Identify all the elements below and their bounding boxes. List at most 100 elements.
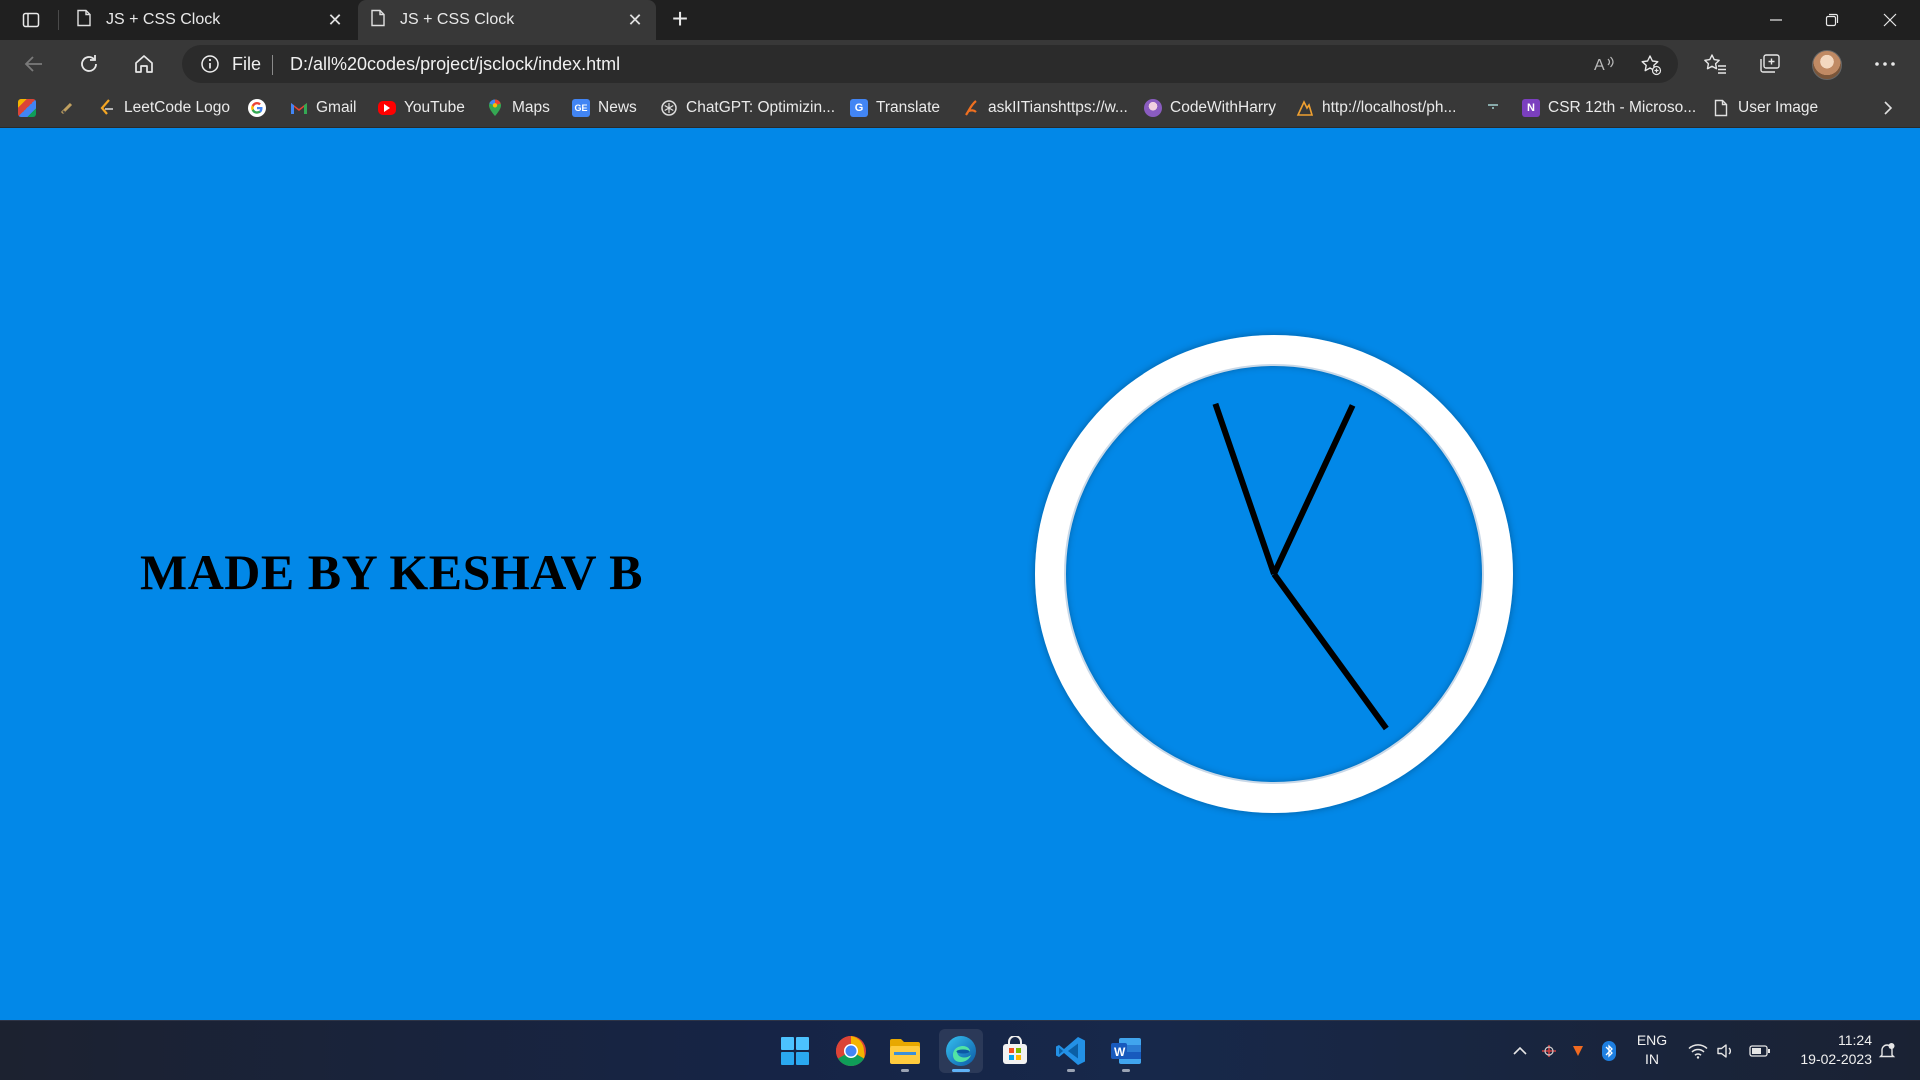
bookmark-label: askIITianshttps://w... — [988, 99, 1128, 116]
chevron-up-icon[interactable] — [1510, 1041, 1530, 1061]
home-button[interactable] — [126, 46, 162, 82]
bookmark-icon — [1484, 99, 1502, 117]
askiitians-icon — [962, 99, 980, 117]
minute-hand — [1212, 402, 1277, 575]
bookmarks-bar: LeetCode Logo Gmail YouTube Maps GE News… — [0, 88, 1920, 128]
vscode-icon[interactable] — [1049, 1029, 1093, 1073]
second-hand — [1271, 572, 1389, 731]
read-aloud-icon[interactable]: A — [1594, 54, 1616, 79]
add-favorite-icon[interactable] — [1640, 54, 1662, 81]
windows-taskbar: W ENG IN 11:24 19-02-2023 — [0, 1020, 1920, 1080]
word-icon[interactable]: W — [1104, 1029, 1148, 1073]
bookmark-item[interactable]: LeetCode Logo — [98, 96, 230, 120]
notifications-icon[interactable] — [1877, 1041, 1897, 1061]
bookmark-label: Gmail — [316, 99, 357, 116]
more-options-icon[interactable] — [1868, 48, 1902, 80]
bookmark-item[interactable]: ChatGPT: Optimizin... — [660, 96, 835, 120]
bookmark-label: ChatGPT: Optimizin... — [686, 99, 836, 116]
tab-label: JS + CSS Clock — [106, 11, 221, 28]
chrome-icon[interactable] — [829, 1029, 873, 1073]
restore-button[interactable] — [1804, 0, 1860, 40]
bookmark-label: Translate — [876, 99, 941, 116]
page-icon — [370, 9, 386, 32]
bookmark-item[interactable]: Maps — [486, 96, 550, 120]
gmail-icon — [290, 99, 308, 117]
hour-hand — [1271, 404, 1356, 576]
clock-date-display[interactable]: 11:24 19-02-2023 — [1786, 1031, 1872, 1069]
bookmark-item[interactable]: User Image — [1712, 96, 1818, 120]
bookmark-item[interactable]: Gmail — [290, 96, 356, 120]
bookmark-item[interactable]: N CSR 12th - Microso... — [1522, 96, 1696, 120]
bookmark-label: User Image — [1738, 99, 1819, 116]
folder-icon[interactable] — [883, 1029, 927, 1073]
store-icon[interactable] — [993, 1029, 1037, 1073]
tab-label: JS + CSS Clock — [400, 11, 515, 28]
svg-text:A: A — [1594, 57, 1605, 74]
antivirus-icon[interactable] — [1568, 1041, 1588, 1061]
language-indicator[interactable]: ENG IN — [1632, 1031, 1672, 1069]
photos-icon — [18, 99, 36, 117]
wifi-icon[interactable] — [1688, 1041, 1708, 1061]
xampp-icon — [1296, 99, 1314, 117]
bookmark-item[interactable] — [248, 96, 274, 120]
close-tab-icon[interactable]: ✕ — [624, 9, 646, 31]
collections-icon[interactable] — [1753, 48, 1787, 80]
pen-icon — [58, 99, 76, 117]
bookmark-item[interactable]: http://localhost/ph... — [1296, 96, 1456, 120]
battery-icon[interactable] — [1748, 1041, 1772, 1061]
minimize-button[interactable] — [1748, 0, 1804, 40]
tab-inactive[interactable]: JS + CSS Clock ✕ — [64, 0, 356, 40]
document-icon — [1712, 99, 1730, 117]
taskbar-time: 11:24 — [1838, 1032, 1872, 1048]
bookmark-item[interactable]: G Translate — [850, 96, 940, 120]
leetcode-icon — [98, 99, 116, 117]
taskbar-date: 19-02-2023 — [1800, 1051, 1872, 1067]
bookmark-item[interactable] — [58, 96, 84, 120]
tab-actions-icon[interactable] — [14, 8, 48, 32]
bookmark-item[interactable] — [1484, 96, 1510, 120]
bookmark-label: CSR 12th - Microso... — [1548, 99, 1697, 116]
bookmark-label: Maps — [512, 99, 550, 116]
region-code: IN — [1645, 1051, 1659, 1067]
bookmark-item[interactable]: askIITianshttps://w... — [962, 96, 1128, 120]
bookmark-label: LeetCode Logo — [124, 99, 231, 116]
favorites-icon[interactable] — [1698, 48, 1732, 80]
clock — [1035, 335, 1513, 813]
close-window-button[interactable] — [1862, 0, 1918, 40]
page-content: MADE BY KESHAV B — [0, 128, 1920, 1020]
edge-icon[interactable] — [939, 1029, 983, 1073]
address-bar[interactable]: File D:/all%20codes/project/jsclock/inde… — [182, 45, 1678, 83]
codewithharry-icon — [1144, 99, 1162, 117]
maps-icon — [486, 99, 504, 117]
browser-title-bar: JS + CSS Clock ✕ JS + CSS Clock ✕ + — [0, 0, 1920, 40]
refresh-button[interactable] — [71, 46, 107, 82]
browser-toolbar: File D:/all%20codes/project/jsclock/inde… — [0, 40, 1920, 88]
profile-avatar[interactable] — [1812, 50, 1842, 80]
new-tab-button[interactable]: + — [666, 5, 694, 34]
volume-icon[interactable] — [1716, 1041, 1736, 1061]
chatgpt-icon — [660, 99, 678, 117]
google-icon — [248, 99, 266, 117]
bookmark-item[interactable]: YouTube — [378, 96, 465, 120]
bookmark-item[interactable]: GE News — [572, 96, 637, 120]
bookmark-label: CodeWithHarry — [1170, 99, 1276, 116]
url-text[interactable]: D:/all%20codes/project/jsclock/index.htm… — [290, 54, 620, 75]
onenote-icon: N — [1522, 99, 1540, 117]
back-button[interactable] — [16, 46, 52, 82]
svg-text:W: W — [1114, 1045, 1126, 1059]
address-divider — [272, 55, 273, 75]
chevron-right-icon[interactable] — [1876, 96, 1900, 120]
bookmark-item[interactable] — [18, 96, 44, 120]
tab-separator — [58, 10, 59, 30]
bookmark-item[interactable]: CodeWithHarry — [1144, 96, 1276, 120]
close-tab-icon[interactable]: ✕ — [324, 9, 346, 31]
scheme-label: File — [232, 54, 262, 74]
bluetooth-icon[interactable] — [1599, 1041, 1619, 1061]
tab-active[interactable]: JS + CSS Clock ✕ — [358, 0, 656, 40]
translate-icon: G — [850, 99, 868, 117]
news-icon: GE — [572, 99, 590, 117]
windows-start-icon[interactable] — [773, 1029, 817, 1073]
bookmark-label: News — [598, 99, 637, 116]
network-vpn-icon[interactable] — [1539, 1041, 1559, 1061]
info-icon[interactable] — [200, 54, 220, 79]
